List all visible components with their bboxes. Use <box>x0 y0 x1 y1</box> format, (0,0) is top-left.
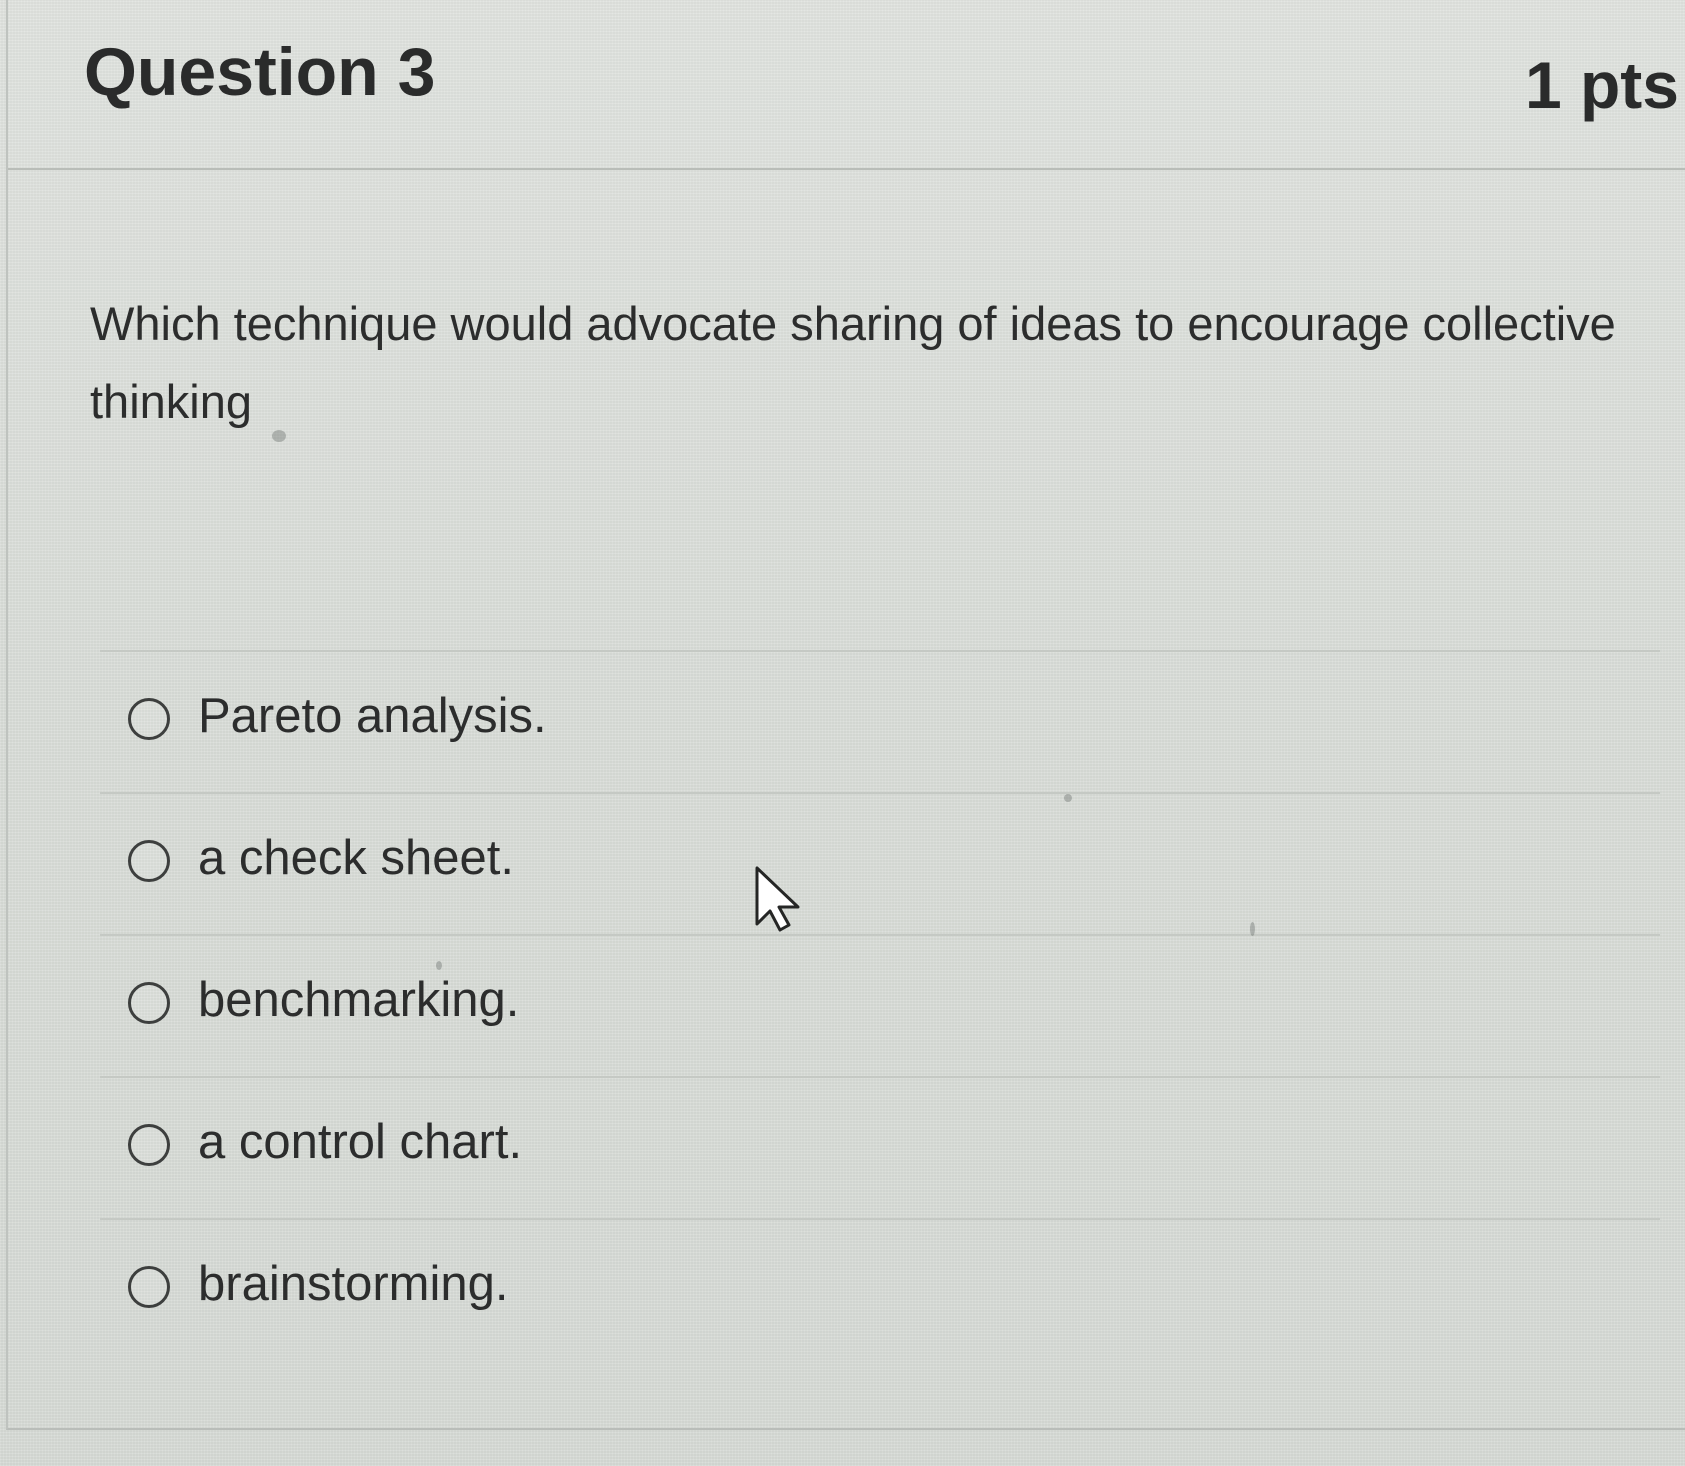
answer-label: a check sheet. <box>198 831 514 885</box>
answer-option-pareto-analysis[interactable]: Pareto analysis. <box>100 650 1660 792</box>
answer-label: Pareto analysis. <box>198 689 547 743</box>
screen-dust-mark <box>1064 794 1072 802</box>
mouse-pointer-icon <box>755 866 800 932</box>
radio-button-icon[interactable] <box>128 982 170 1024</box>
question-prompt: Which technique would advocate sharing o… <box>90 297 1616 428</box>
radio-button-icon[interactable] <box>128 840 170 882</box>
screen-dust-mark <box>1250 922 1255 936</box>
question-card: Question 3 1 pts Which technique would a… <box>6 0 1685 1430</box>
question-points: 1 pts <box>1524 48 1679 122</box>
quiz-screen: Question 3 1 pts Which technique would a… <box>0 0 1685 1466</box>
radio-button-icon[interactable] <box>128 698 170 740</box>
answer-option-benchmarking[interactable]: benchmarking. <box>100 934 1660 1076</box>
question-title: Question 3 <box>84 34 436 110</box>
screen-dust-mark <box>272 430 286 442</box>
answer-label: brainstorming. <box>198 1257 509 1311</box>
answer-label: a control chart. <box>198 1115 523 1169</box>
answer-label: benchmarking. <box>198 973 520 1027</box>
question-header: Question 3 1 pts <box>8 0 1685 170</box>
radio-button-icon[interactable] <box>128 1266 170 1308</box>
answer-option-brainstorming[interactable]: brainstorming. <box>100 1218 1660 1360</box>
answer-option-check-sheet[interactable]: a check sheet. <box>100 792 1660 934</box>
screen-dust-mark <box>436 961 442 970</box>
answer-option-control-chart[interactable]: a control chart. <box>100 1076 1660 1218</box>
answer-options: Pareto analysis. a check sheet. benchmar… <box>100 650 1660 1350</box>
radio-button-icon[interactable] <box>128 1124 170 1166</box>
